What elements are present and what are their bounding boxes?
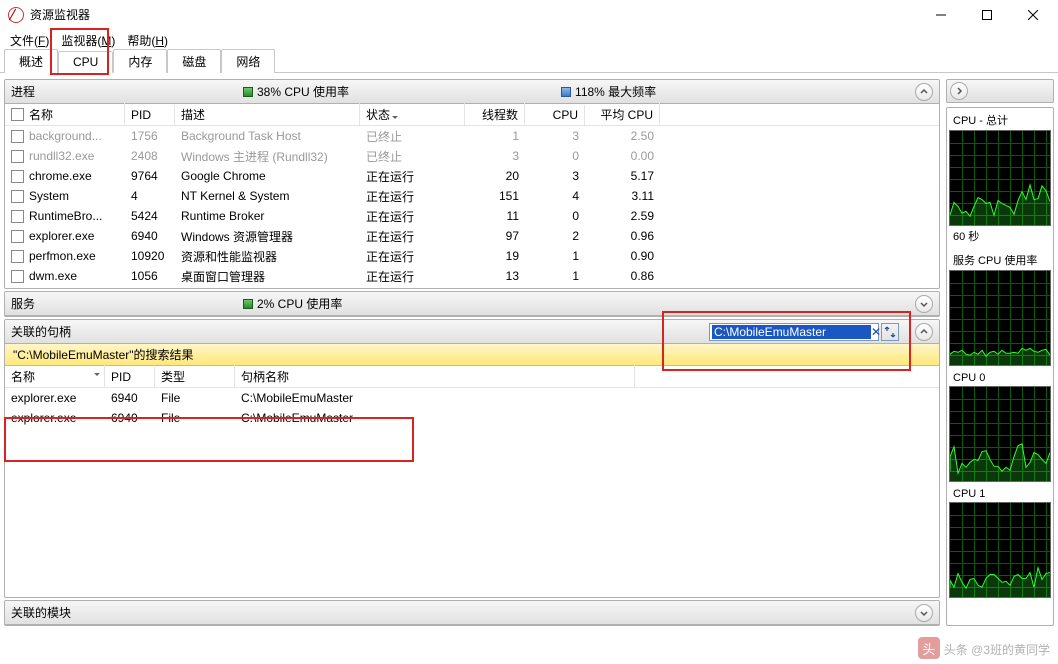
tab-memory[interactable]: 内存 [113, 49, 167, 73]
handles-columns: 名称 PID 类型 句柄名称 [5, 366, 939, 388]
col-htype[interactable]: 类型 [155, 365, 235, 388]
col-cpu[interactable]: CPU [525, 105, 585, 125]
services-title: 服务 [11, 295, 71, 312]
tab-network[interactable]: 网络 [221, 49, 275, 73]
modules-title: 关联的模块 [11, 604, 71, 621]
search-wrap: ✕ [709, 323, 899, 341]
handle-row[interactable]: explorer.exe6940FileC:\MobileEmuMaster [5, 388, 939, 408]
maximize-button[interactable] [964, 0, 1010, 30]
search-button[interactable] [881, 323, 899, 341]
chart-label-service: 服务 CPU 使用率 [949, 250, 1051, 270]
col-hhname[interactable]: 句柄名称 [235, 365, 635, 388]
titlebar: 资源监视器 [0, 0, 1058, 30]
app-icon [8, 7, 24, 23]
process-row[interactable]: dwm.exe1056桌面窗口管理器正在运行1310.86 [5, 266, 939, 286]
modules-panel: 关联的模块 [4, 600, 940, 626]
chart-label-60s: 60 秒 [949, 226, 1051, 246]
process-row[interactable]: background...1756Background Task Host已终止… [5, 126, 939, 146]
checkbox[interactable] [11, 190, 24, 203]
col-hname[interactable]: 名称 [5, 365, 105, 388]
handles-panel: 关联的句柄 ✕ "C:\MobileEmuMaster"的搜索结果 名称 PID… [4, 319, 940, 598]
col-avgcpu[interactable]: 平均 CPU [585, 103, 660, 126]
close-button[interactable] [1010, 0, 1056, 30]
services-panel: 服务 2% CPU 使用率 [4, 291, 940, 317]
col-pid[interactable]: PID [125, 105, 175, 125]
checkbox[interactable] [11, 250, 24, 263]
cpu-usage-stat: 38% CPU 使用率 [243, 83, 349, 100]
processes-title: 进程 [11, 83, 71, 100]
process-row[interactable]: perfmon.exe10920资源和性能监视器正在运行1910.90 [5, 246, 939, 266]
processes-rows: background...1756Background Task Host已终止… [5, 126, 939, 288]
chart-cpu0 [949, 386, 1051, 482]
sort-arrow-icon [392, 116, 398, 122]
processes-panel: 进程 38% CPU 使用率 118% 最大频率 名称 PID 描述 状态 线程… [4, 79, 940, 289]
charts-body: CPU - 总计 60 秒 服务 CPU 使用率 CPU 0 CPU 1 [946, 107, 1054, 626]
minimize-button[interactable] [918, 0, 964, 30]
square-green-icon [243, 87, 253, 97]
clear-icon[interactable]: ✕ [871, 325, 881, 339]
chart-cpu1 [949, 502, 1051, 598]
checkbox[interactable] [11, 108, 24, 121]
handles-title: 关联的句柄 [11, 323, 71, 340]
tab-cpu[interactable]: CPU [58, 51, 113, 73]
max-freq-stat: 118% 最大频率 [561, 83, 656, 100]
checkbox[interactable] [11, 270, 24, 283]
chart-label-cpu0: CPU 0 [949, 370, 1051, 386]
process-row[interactable]: System4NT Kernel & System正在运行15143.11 [5, 186, 939, 206]
col-status[interactable]: 状态 [360, 103, 465, 126]
process-row[interactable]: rundll32.exe2408Windows 主进程 (Rundll32)已终… [5, 146, 939, 166]
tab-overview[interactable]: 概述 [4, 49, 58, 73]
chart-label-cpu1: CPU 1 [949, 486, 1051, 502]
checkbox[interactable] [11, 130, 24, 143]
charts-header [946, 79, 1054, 103]
expand-button[interactable] [915, 604, 933, 622]
services-stat: 2% CPU 使用率 [243, 295, 342, 312]
window-title: 资源监视器 [30, 6, 918, 23]
modules-header[interactable]: 关联的模块 [5, 601, 939, 625]
process-row[interactable]: explorer.exe6940Windows 资源管理器正在运行9720.96 [5, 226, 939, 246]
checkbox[interactable] [11, 210, 24, 223]
menu-help[interactable]: 帮助(H) [121, 30, 174, 51]
handles-header[interactable]: 关联的句柄 ✕ [5, 320, 939, 344]
charts-toggle[interactable] [950, 82, 968, 100]
window-controls [918, 0, 1056, 30]
tabbar: 概述 CPU 内存 磁盘 网络 [0, 51, 1058, 73]
handles-search-input[interactable] [712, 325, 871, 339]
process-row[interactable]: RuntimeBro...5424Runtime Broker正在运行1102.… [5, 206, 939, 226]
checkbox[interactable] [11, 150, 24, 163]
services-header[interactable]: 服务 2% CPU 使用率 [5, 292, 939, 316]
chart-label-total: CPU - 总计 [949, 110, 1051, 130]
square-green-icon [243, 299, 253, 309]
charts-pane: CPU - 总计 60 秒 服务 CPU 使用率 CPU 0 CPU 1 [946, 79, 1054, 626]
chart-cpu-total [949, 130, 1051, 226]
checkbox[interactable] [11, 230, 24, 243]
handles-rows: explorer.exe6940FileC:\MobileEmuMasterex… [5, 388, 939, 597]
square-blue-icon [561, 87, 571, 97]
collapse-button[interactable] [915, 323, 933, 341]
watermark: 头头条 @3班的黄同学 [918, 634, 1050, 660]
tab-disk[interactable]: 磁盘 [167, 49, 221, 73]
collapse-button[interactable] [915, 83, 933, 101]
col-desc[interactable]: 描述 [175, 103, 360, 126]
col-hpid[interactable]: PID [105, 367, 155, 387]
col-name[interactable]: 名称 [5, 103, 125, 126]
checkbox[interactable] [11, 170, 24, 183]
processes-columns: 名称 PID 描述 状态 线程数 CPU 平均 CPU [5, 104, 939, 126]
process-row[interactable]: chrome.exe9764Google Chrome正在运行2035.17 [5, 166, 939, 186]
handles-search[interactable]: ✕ [709, 323, 879, 341]
processes-header[interactable]: 进程 38% CPU 使用率 118% 最大频率 [5, 80, 939, 104]
col-threads[interactable]: 线程数 [465, 103, 525, 126]
expand-button[interactable] [915, 295, 933, 313]
menu-file[interactable]: 文件(F) [4, 30, 55, 51]
handle-row[interactable]: explorer.exe6940FileC:\MobileEmuMaster [5, 408, 939, 428]
menubar: 文件(F) 监视器(M) 帮助(H) [0, 30, 1058, 51]
chart-cpu-service [949, 270, 1051, 366]
menu-monitor[interactable]: 监视器(M) [55, 30, 121, 51]
search-results-bar: "C:\MobileEmuMaster"的搜索结果 [5, 344, 939, 366]
